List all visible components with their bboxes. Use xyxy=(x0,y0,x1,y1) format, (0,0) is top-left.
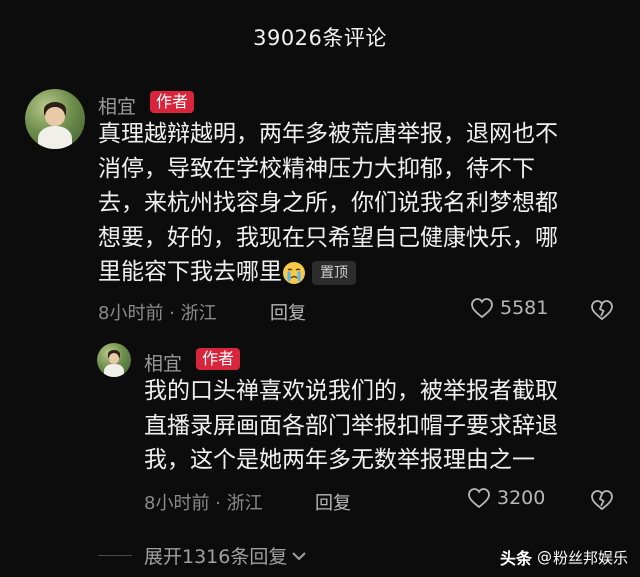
watermark-account: 粉丝邦娱乐 xyxy=(552,548,628,567)
reply-button[interactable]: 回复 xyxy=(315,489,351,515)
like-count: 5581 xyxy=(500,297,549,319)
like-button[interactable]: 3200 xyxy=(467,487,545,509)
heart-icon xyxy=(471,298,493,319)
comment-meta: 8小时前 · 浙江 xyxy=(98,303,217,324)
comment-line: 直播录屏画面各部门举报扣帽子要求辞退 xyxy=(144,412,558,439)
username[interactable]: 相宜 xyxy=(144,349,182,376)
like-button[interactable]: 5581 xyxy=(470,297,548,319)
chevron-down-icon xyxy=(292,551,307,560)
expand-replies-button[interactable]: 展开1316条回复 xyxy=(144,542,308,569)
avatar[interactable] xyxy=(97,343,131,377)
author-badge: 作者 xyxy=(196,348,241,370)
comment-meta: 8小时前 · 浙江 xyxy=(144,493,263,514)
watermark-platform: 头条 xyxy=(499,549,532,568)
like-count: 3200 xyxy=(497,487,546,509)
broken-heart-icon[interactable] xyxy=(590,489,614,511)
expand-replies-label: 展开1316条回复 xyxy=(144,546,288,568)
reply-button[interactable]: 回复 xyxy=(270,299,306,325)
comment-line: 去，来杭州找容身之所，你们说我名利梦想都 xyxy=(98,190,558,216)
watermark-at: @ xyxy=(536,548,552,566)
watermark: 头条 @ 粉丝邦娱乐 xyxy=(500,545,628,569)
divider xyxy=(98,555,132,556)
comment-line: 我，这个是她两年多无数举报理由之一 xyxy=(144,447,535,473)
comment-line-last: 里能容下我去哪里 置顶 xyxy=(98,255,618,290)
username[interactable]: 相宜 xyxy=(98,92,136,119)
comment-line: 想要，好的，我现在只希望自己健康快乐，哪 xyxy=(98,224,558,251)
comment-line: 消停，导致在学校精神压力大抑郁，待不下 xyxy=(98,155,535,182)
comment-line: 里能容下我去哪里 xyxy=(98,259,282,285)
comment-line: 我的口头禅喜欢说我们的，被举报者截取 xyxy=(144,378,558,404)
comment-text: 我的口头禅喜欢说我们的，被举报者截取 直播录屏画面各部门举报扣帽子要求辞退 我，… xyxy=(144,374,624,478)
avatar[interactable] xyxy=(25,89,85,149)
comment-text: 真理越辩越明，两年多被荒唐举报，退网也不 消停，导致在学校精神压力大抑郁，待不下… xyxy=(98,117,618,290)
pinned-label: 置顶 xyxy=(312,260,356,285)
author-badge: 作者 xyxy=(150,91,195,113)
broken-heart-icon[interactable] xyxy=(590,299,614,321)
comment-count-title: 39026条评论 xyxy=(253,26,387,50)
crying-face-icon xyxy=(283,261,305,284)
heart-icon xyxy=(468,488,490,509)
comment-line: 真理越辩越明，两年多被荒唐举报，退网也不 xyxy=(98,121,558,147)
